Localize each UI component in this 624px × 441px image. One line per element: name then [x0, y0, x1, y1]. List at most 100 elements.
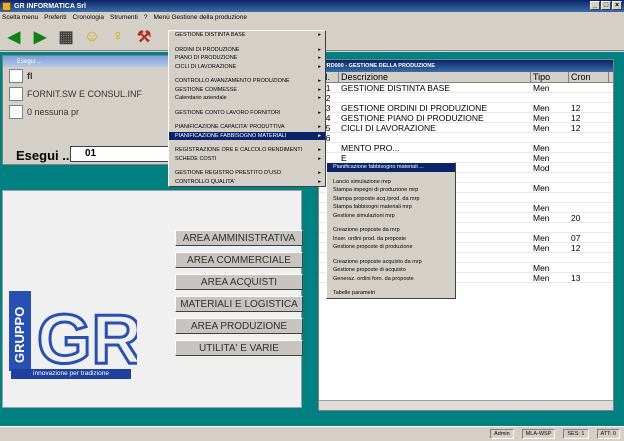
col-cron[interactable]: Cron — [569, 72, 609, 82]
table-cell: GESTIONE DISTINTA BASE — [341, 83, 450, 93]
menu-item[interactable]: GESTIONE DISTINTA BASE ▸ — [169, 31, 325, 40]
area-button-6[interactable]: UTILITA' E VARIE — [175, 340, 303, 356]
submenu-arrow-icon: ▸ — [318, 86, 321, 93]
lightbulb-icon[interactable]: ♀ — [108, 27, 128, 47]
menu-item[interactable]: Creazione proposte da mrp — [327, 226, 455, 235]
menu-item[interactable]: Stampa fabbisogni materiali mrp — [327, 203, 455, 212]
printer-icon — [9, 105, 23, 119]
menu-item[interactable]: GESTIONE REGISTRO PRESTITO D'USO ▸ — [169, 169, 325, 178]
menu-item[interactable]: Stampa impegni di produzione mrp — [327, 186, 455, 195]
menu-item[interactable]: PIANO DI PRODUZIONE ▸ — [169, 54, 325, 63]
table-row[interactable]: MENTO PRO... Men — [319, 143, 613, 153]
table-cell — [531, 253, 569, 262]
list-window-title: PRD000 - GESTIONE DELLA PRODUZIONE — [319, 60, 613, 72]
menu-item[interactable]: Pianificazione fabbisogno materiali ... — [327, 163, 455, 172]
menu-strumenti[interactable]: Strumenti — [110, 14, 138, 21]
menu-item-label: Generaz. ordini forn. da proposte — [333, 275, 414, 282]
company-icon — [9, 87, 23, 101]
menu-item[interactable]: PIANIFICAZIONE FABBISOGNO MATERIALI ▸ — [169, 131, 325, 140]
menu-item[interactable]: Calendario aziendale ▸ — [169, 94, 325, 103]
menu-item[interactable]: GESTIONE CONTO LAVORO FORNITORI ▸ — [169, 109, 325, 118]
area-button-5[interactable]: AREA PRODUZIONE — [175, 318, 303, 334]
production-menu: GESTIONE DISTINTA BASE ▸ ORDINI DI PRODUZI… — [168, 30, 326, 187]
menu-gestione-produzione[interactable]: Menù Gestione della produzione — [153, 14, 247, 21]
area-button-4[interactable]: MATERIALI E LOGISTICA — [175, 296, 303, 312]
menu-item[interactable]: CONTROLLO AVANZAMENTO PRODUZIONE ▸ — [169, 77, 325, 86]
table-row[interactable]: 04GESTIONE PIANO DI PRODUZIONEMen12 — [319, 113, 613, 123]
close-button[interactable]: × — [612, 1, 622, 10]
back-arrow-icon[interactable]: ◀ — [4, 27, 24, 47]
menu-item[interactable]: Creazione proposte acquisto da mrp — [327, 258, 455, 267]
table-cell: 12 — [571, 113, 581, 123]
table-cell: 07 — [571, 233, 581, 243]
title-bar: GR INFORMATICA Srl _ □ × — [0, 0, 624, 12]
menu-item[interactable]: Gestione simulazioni mrp — [327, 212, 455, 221]
area-button-1[interactable]: AREA AMMINISTRATIVA — [175, 230, 303, 246]
col-tipo[interactable]: Tipo — [531, 72, 569, 82]
table-row[interactable]: 02 — [319, 93, 613, 103]
table-row[interactable]: 01GESTIONE DISTINTA BASEMen — [319, 83, 613, 93]
table-cell: Men — [533, 83, 550, 93]
calculator-icon[interactable]: ▦ — [56, 27, 76, 47]
esegui-input[interactable]: 01 — [70, 146, 170, 162]
table-row[interactable]: 03GESTIONE ORDINI DI PRODUZIONEMen12 — [319, 103, 613, 113]
menu-item[interactable]: Gestione proposte di produzione — [327, 243, 455, 252]
table-row[interactable]: 06 — [319, 133, 613, 143]
table-cell: GESTIONE PIANO DI PRODUZIONE — [341, 113, 484, 123]
menu-item[interactable]: ORDINI DI PRODUZIONE ▸ — [169, 46, 325, 55]
table-cell — [569, 223, 609, 232]
menu-item[interactable]: Tabelle parametri — [327, 289, 455, 298]
submenu-arrow-icon: ▸ — [318, 46, 321, 53]
menu-item-label: Stampa proposte acq./prod. da mrp — [333, 195, 420, 202]
menu-item-label: Creazione proposte acquisto da mrp — [333, 258, 422, 265]
col-descrizione[interactable]: Descrizione — [339, 72, 531, 82]
menu-item-label: Pianificazione fabbisogno materiali ... — [333, 164, 424, 170]
table-cell — [569, 153, 609, 162]
forward-arrow-icon[interactable]: ▶ — [30, 27, 50, 47]
table-row[interactable]: 05CICLI DI LAVORAZIONEMen12 — [319, 123, 613, 133]
smiley-icon[interactable]: ☺ — [82, 27, 102, 47]
window-title: GR INFORMATICA Srl — [14, 2, 86, 10]
minimize-button[interactable]: _ — [590, 1, 600, 10]
menu-item-label: CONTROLLO AVANZAMENTO PRODUZIONE — [175, 78, 290, 84]
menu-cronologia[interactable]: Cronologia — [73, 14, 104, 21]
mrp-submenu: Pianificazione fabbisogno materiali ... L… — [326, 162, 456, 299]
area-button-2[interactable]: AREA COMMERCIALE — [175, 252, 303, 268]
menu-item[interactable]: PIANIFICAZIONE CAPACITA' PRODUTTIVA ▸ — [169, 123, 325, 132]
table-cell — [569, 173, 609, 182]
menu-item-label: Inser. ordini prod. da proposte — [333, 235, 407, 242]
menu-item[interactable]: Gestione proposte di acquisto — [327, 266, 455, 275]
menu-item[interactable]: SCHEDE COSTI ▸ — [169, 155, 325, 164]
area-button-3[interactable]: AREA ACQUISTI — [175, 274, 303, 290]
menu-item[interactable]: CONTROLLO QUALITA' ▸ — [169, 178, 325, 187]
table-cell: Men — [533, 263, 550, 273]
table-cell: GESTIONE ORDINI DI PRODUZIONE — [341, 103, 487, 113]
table-cell — [531, 133, 569, 142]
menu-item[interactable]: Generaz. ordini forn. da proposte — [327, 275, 455, 284]
menu-item[interactable]: Stampa proposte acq./prod. da mrp — [327, 195, 455, 204]
table-cell — [569, 263, 609, 272]
menu-item-label: Calendario aziendale — [175, 95, 227, 101]
table-cell — [531, 223, 569, 232]
table-cell: E — [341, 153, 347, 163]
menu-preferiti[interactable]: Preferiti — [44, 14, 66, 21]
menu-item[interactable]: Inser. ordini prod. da proposte — [327, 235, 455, 244]
menu-item-label: GESTIONE CONTO LAVORO FORNITORI — [175, 109, 281, 116]
submenu-arrow-icon: ▸ — [318, 109, 321, 116]
menu-item-label: REGISTRAZIONE ORE E CALCOLO RENDIMENTI — [175, 147, 303, 153]
menu-item[interactable]: REGISTRAZIONE ORE E CALCOLO RENDIMENTI ▸ — [169, 146, 325, 155]
menu-help[interactable]: ? — [144, 14, 148, 21]
menu-scelta[interactable]: Scelta menu — [2, 14, 38, 21]
logo-gr-text: GR — [37, 300, 137, 378]
list-header: N. Descrizione Tipo Cron — [319, 72, 613, 83]
table-cell: Men — [533, 103, 550, 113]
menu-item[interactable]: GESTIONE COMMESSE ▸ — [169, 86, 325, 95]
menu-item[interactable]: Lancio simulazione mrp — [327, 178, 455, 187]
table-cell: 12 — [571, 103, 581, 113]
menu-item[interactable]: CICLI DI LAVORAZIONE ▸ — [169, 63, 325, 72]
maximize-button[interactable]: □ — [601, 1, 611, 10]
horizontal-scrollbar[interactable] — [319, 400, 613, 410]
hammer-icon[interactable]: ⚒ — [134, 27, 154, 47]
menu-item-label: GESTIONE COMMESSE — [175, 86, 238, 93]
submenu-arrow-icon: ▸ — [318, 132, 321, 139]
